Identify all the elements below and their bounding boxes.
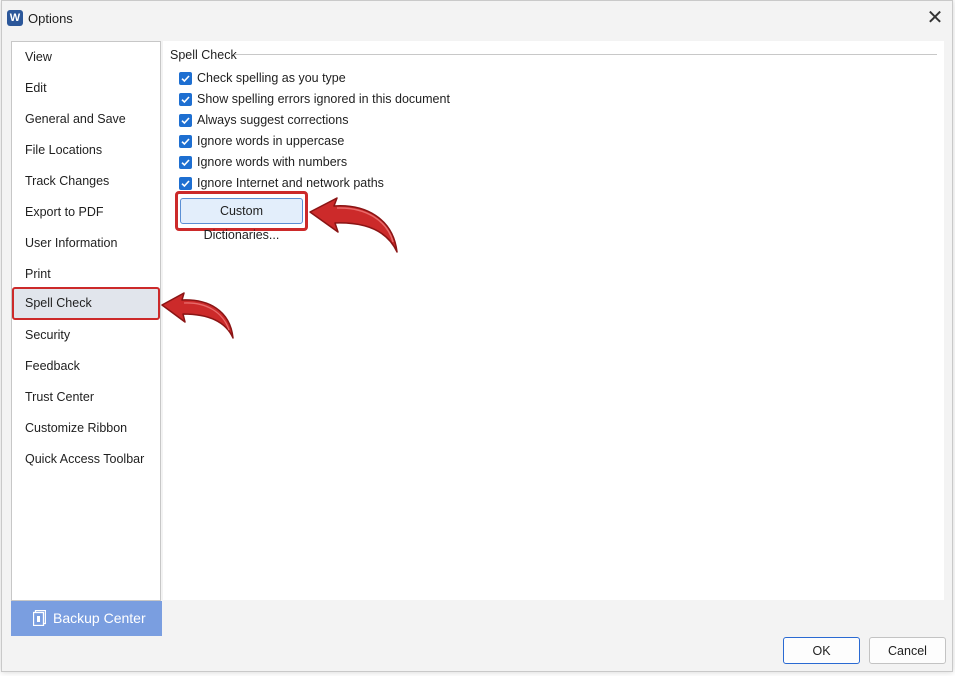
ignore-internet-paths-checkbox[interactable] [179,177,192,190]
sidebar-item-print[interactable]: Print [13,259,159,290]
custom-dictionaries-button[interactable]: Custom Dictionaries... [180,198,303,242]
sidebar-item-export-to-pdf[interactable]: Export to PDF [13,197,159,228]
always-suggest-label: Always suggest corrections [197,113,349,127]
annotation-arrow-icon [161,292,234,339]
annotation-arrow-icon [309,197,398,253]
sidebar-item-quick-access-toolbar[interactable]: Quick Access Toolbar [13,444,159,475]
always-suggest-checkbox[interactable] [179,114,192,127]
sidebar-item-view[interactable]: View [13,42,159,73]
check-spelling-checkbox[interactable] [179,72,192,85]
checkmark-icon [181,159,190,167]
options-sidebar: View Edit General and Save File Location… [11,41,161,601]
ignore-numbers-checkbox[interactable] [179,156,192,169]
section-divider [235,54,937,55]
dialog-title: Options [28,11,73,26]
check-spelling-label: Check spelling as you type [197,71,346,85]
ignore-internet-paths-label: Ignore Internet and network paths [197,176,384,190]
sidebar-item-trust-center[interactable]: Trust Center [13,382,159,413]
checkmark-icon [181,75,190,83]
close-icon: ✕ [926,7,944,29]
show-ignored-errors-label: Show spelling errors ignored in this doc… [197,92,450,106]
spell-check-panel: Spell Check Check spelling as you type S… [163,41,944,600]
sidebar-item-security[interactable]: Security [13,320,159,351]
backup-icon [33,610,46,626]
ignore-numbers-label: Ignore words with numbers [197,155,348,169]
ignore-uppercase-checkbox[interactable] [179,135,192,148]
cancel-button[interactable]: Cancel [869,637,946,664]
sidebar-item-customize-ribbon[interactable]: Customize Ribbon [13,413,159,444]
ok-button[interactable]: OK [783,637,860,664]
checkmark-icon [181,96,190,104]
sidebar-item-user-information[interactable]: User Information [13,228,159,259]
sidebar-item-track-changes[interactable]: Track Changes [13,166,159,197]
sidebar-item-edit[interactable]: Edit [13,73,159,104]
writer-app-icon: W [7,10,23,26]
sidebar-item-feedback[interactable]: Feedback [13,351,159,382]
backup-center-button[interactable]: Backup Center [11,601,162,636]
sidebar-item-file-locations[interactable]: File Locations [13,135,159,166]
show-ignored-errors-checkbox[interactable] [179,93,192,106]
sidebar-item-spell-check[interactable]: Spell Check [12,287,160,320]
ignore-uppercase-label: Ignore words in uppercase [197,134,345,148]
sidebar-item-general-and-save[interactable]: General and Save [13,104,159,135]
checkmark-icon [181,180,190,188]
checkmark-icon [181,138,190,146]
options-dialog: W Options ✕ View Edit General and Save F… [1,0,953,672]
title-bar: W Options ✕ [2,1,952,35]
section-title: Spell Check [170,48,237,62]
checkmark-icon [181,117,190,125]
backup-center-label: Backup Center [53,610,146,626]
close-button[interactable]: ✕ [922,7,948,31]
